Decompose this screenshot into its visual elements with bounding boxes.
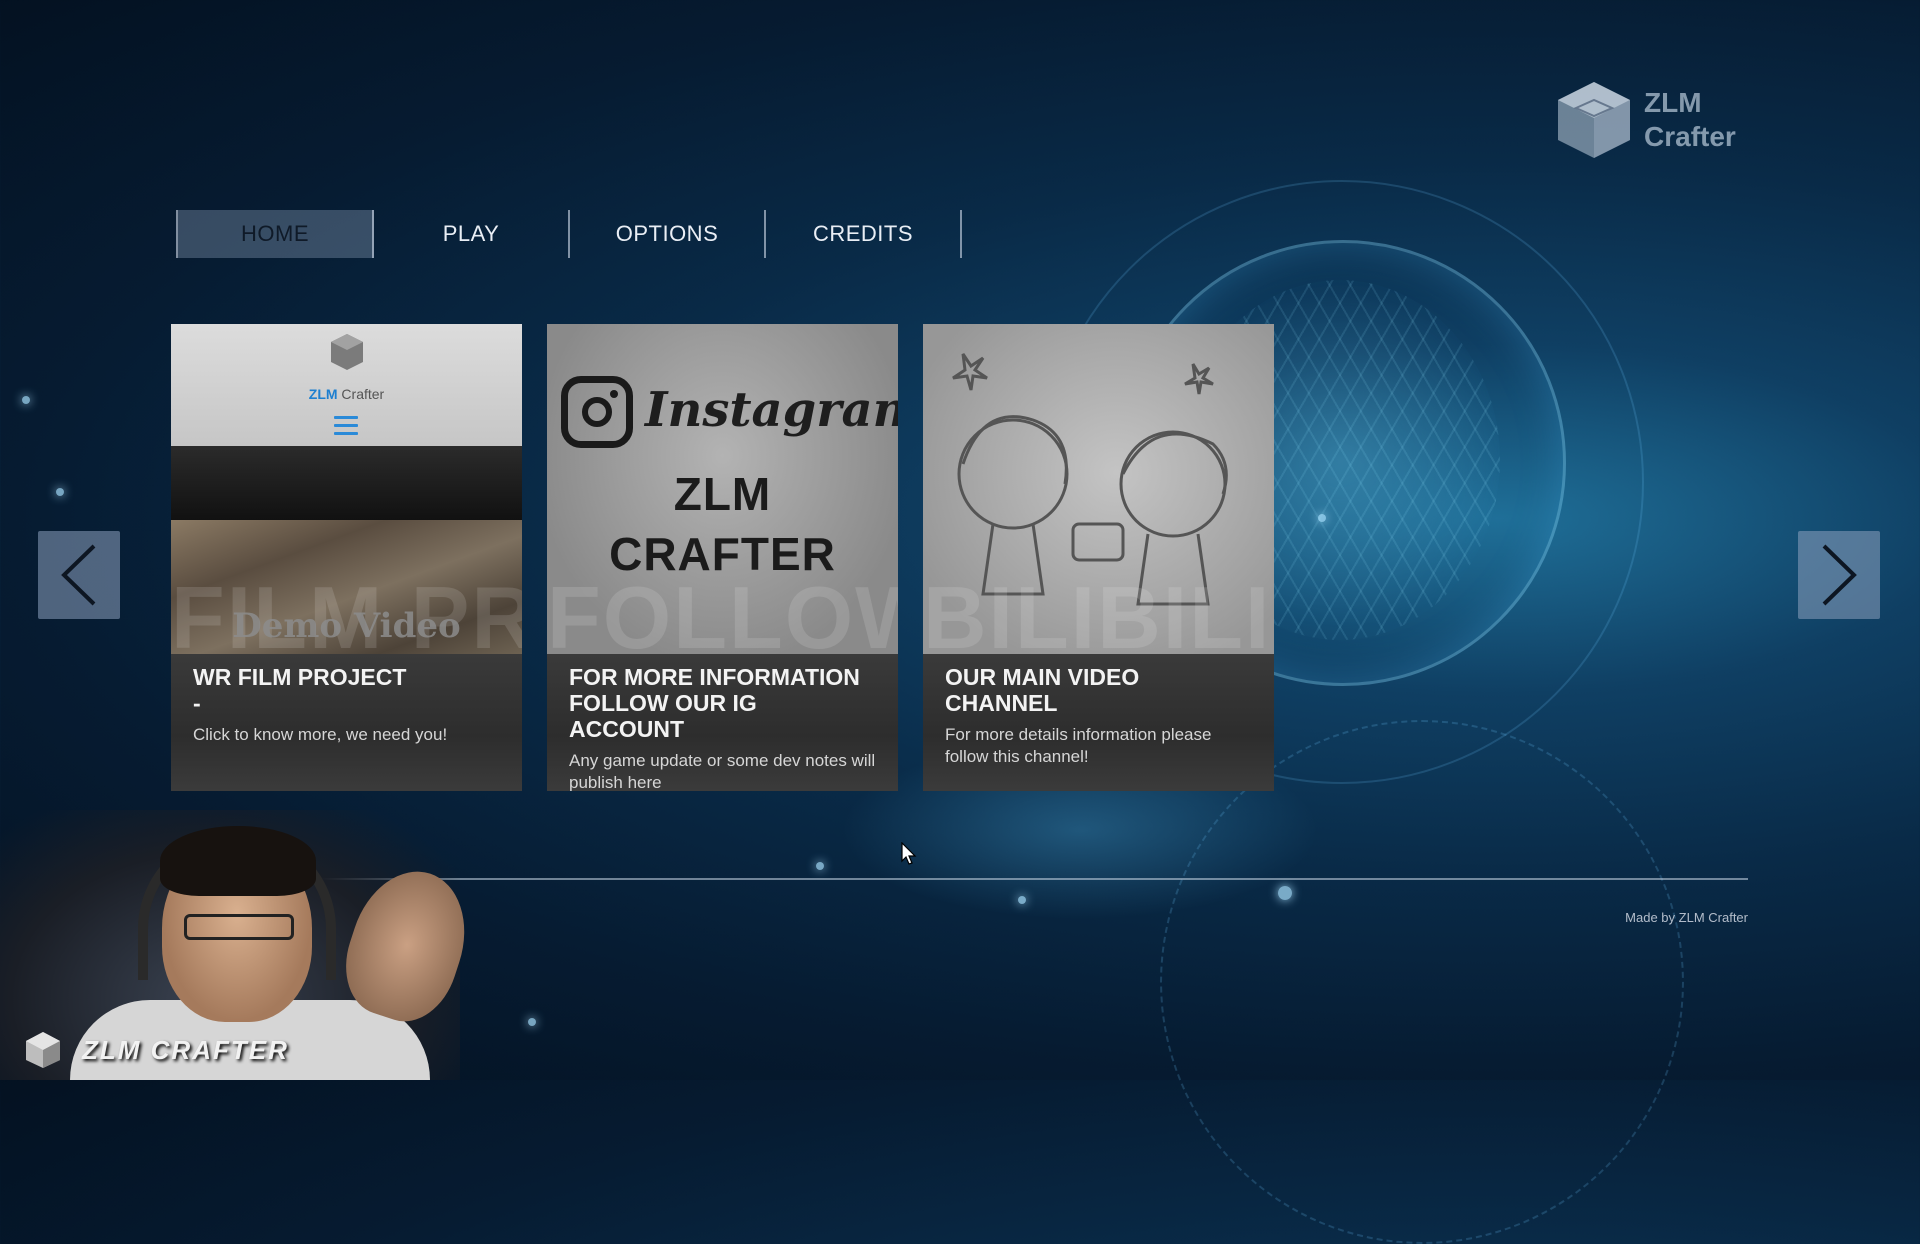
card-description: Any game update or some dev notes will p… xyxy=(569,751,876,791)
webcam-hair xyxy=(160,826,316,896)
card-image: Instagram ZLM CRAFTER FOLLOW xyxy=(547,324,898,654)
website-brand-bold: ZLM xyxy=(308,386,338,402)
news-card-instagram[interactable]: Instagram ZLM CRAFTER FOLLOW FOR MORE IN… xyxy=(547,324,898,791)
webcam-glasses xyxy=(184,914,294,940)
website-brand: ZLM Crafter xyxy=(171,386,522,402)
card-description: For more details information please foll… xyxy=(945,725,1212,766)
card-info: FOR MORE INFORMATION FOLLOW OUR IG ACCOU… xyxy=(547,654,898,791)
card-title: FOR MORE INFORMATION FOLLOW OUR IG ACCOU… xyxy=(569,664,860,742)
stream-watermark: ZLM CRAFTER xyxy=(24,1030,289,1070)
account-name-line1: ZLM xyxy=(673,468,772,520)
cube-logo-icon xyxy=(331,334,363,370)
nav-home[interactable]: HOME xyxy=(178,210,374,258)
nav-options[interactable]: OPTIONS xyxy=(570,210,766,258)
news-card-film-project[interactable]: ZLM Crafter FILM PR Demo Video WR FILM P… xyxy=(171,324,522,791)
brand-name: ZLM Crafter xyxy=(1644,86,1736,154)
website-dark-band xyxy=(171,446,522,520)
card-description: Click to know more, we need you! xyxy=(193,725,448,744)
bg-particle xyxy=(1318,514,1326,522)
chevron-left-icon xyxy=(61,544,96,606)
carousel-prev-button[interactable] xyxy=(38,531,120,619)
chevron-right-icon xyxy=(1822,544,1857,606)
bg-particle xyxy=(1018,896,1026,904)
news-card-video-channel[interactable]: BILIBILI OUR MAIN VIDEO CHANNEL For more… xyxy=(923,324,1274,791)
footer-divider xyxy=(258,878,1748,880)
card-info: WR FILM PROJECT - Click to know more, we… xyxy=(171,654,522,791)
carousel-next-button[interactable] xyxy=(1798,531,1880,619)
mouse-cursor-icon xyxy=(901,842,917,865)
bg-particle xyxy=(1278,886,1292,900)
card-watermark-text: FOLLOW xyxy=(547,568,898,655)
bg-particle xyxy=(528,1018,536,1026)
card-image: ZLM Crafter FILM PR Demo Video xyxy=(171,324,522,654)
cube-logo-icon xyxy=(26,1032,60,1068)
card-info: OUR MAIN VIDEO CHANNEL For more details … xyxy=(923,654,1274,791)
card-image: BILIBILI xyxy=(923,324,1274,654)
card-title: OUR MAIN VIDEO CHANNEL xyxy=(945,664,1140,716)
brand-logo: ZLM Crafter xyxy=(1554,78,1736,162)
card-title: WR FILM PROJECT - xyxy=(193,664,407,716)
stream-watermark-text: ZLM CRAFTER xyxy=(82,1034,289,1065)
bg-particle xyxy=(56,488,64,496)
instagram-icon xyxy=(561,376,633,448)
nav-play[interactable]: PLAY xyxy=(374,210,570,258)
brand-name-line2: Crafter xyxy=(1644,121,1736,152)
main-nav: HOME PLAY OPTIONS CREDITS xyxy=(176,210,962,258)
brand-name-line1: ZLM xyxy=(1644,87,1702,118)
made-by-credit: Made by ZLM Crafter xyxy=(1625,910,1748,925)
demo-video-caption: Demo Video xyxy=(232,606,461,646)
card-watermark-text: BILIBILI xyxy=(923,568,1272,655)
cube-logo-icon xyxy=(1558,82,1630,158)
instagram-account-name: ZLM CRAFTER xyxy=(547,464,898,584)
website-brand-rest: Crafter xyxy=(341,386,385,402)
bg-particle xyxy=(816,862,824,870)
bg-particle xyxy=(22,396,30,404)
nav-credits[interactable]: CREDITS xyxy=(766,210,962,258)
hamburger-menu-icon xyxy=(334,416,358,436)
instagram-wordmark: Instagram xyxy=(645,382,898,438)
